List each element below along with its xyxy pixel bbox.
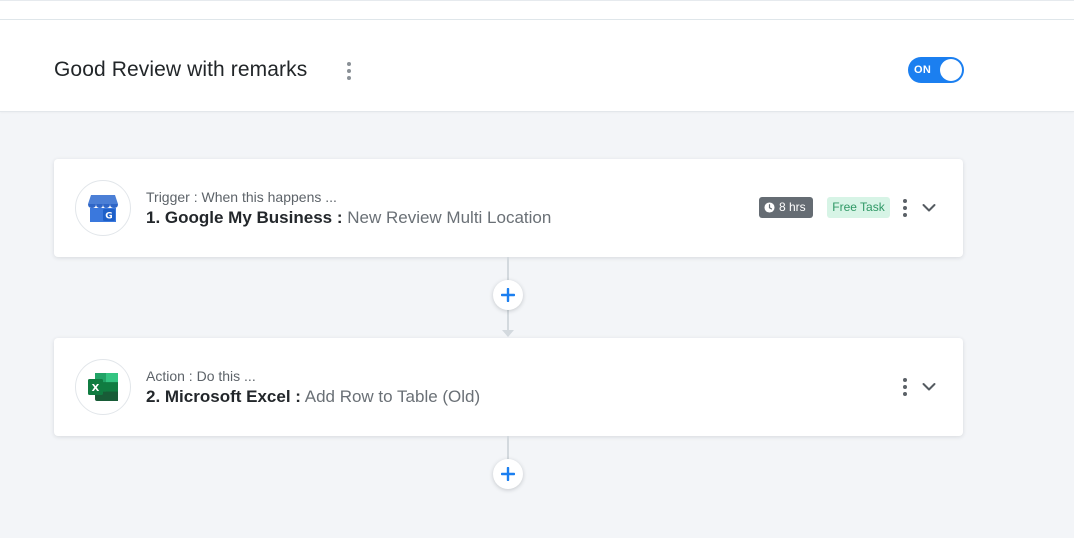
action-app-name: 2. Microsoft Excel :: [146, 387, 301, 406]
trigger-menu-icon[interactable]: [902, 199, 908, 217]
free-task-badge: Free Task: [827, 197, 890, 218]
action-label: Action : Do this ...: [146, 368, 256, 384]
add-step-button[interactable]: [493, 280, 523, 310]
time-badge: 8 hrs: [759, 197, 813, 218]
workflow-toggle[interactable]: ON: [908, 57, 964, 83]
workflow-header: Good Review with remarks ON: [0, 0, 1074, 112]
clock-icon: [764, 202, 775, 213]
trigger-label: Trigger : When this happens ...: [146, 189, 337, 205]
microsoft-excel-icon: X: [75, 359, 131, 415]
action-step-card[interactable]: X Action : Do this ... 2. Microsoft Exce…: [54, 338, 963, 436]
chevron-down-icon[interactable]: [921, 200, 937, 216]
plus-icon: [501, 467, 515, 481]
time-badge-text: 8 hrs: [779, 200, 806, 214]
svg-text:X: X: [92, 383, 100, 394]
toggle-label: ON: [914, 64, 932, 76]
workflow-menu-icon[interactable]: [346, 62, 352, 80]
header-divider: [0, 19, 1074, 20]
add-step-button[interactable]: [493, 459, 523, 489]
chevron-down-icon[interactable]: [921, 379, 937, 395]
google-my-business-icon: G: [75, 180, 131, 236]
action-menu-icon[interactable]: [902, 378, 908, 396]
trigger-event-name: New Review Multi Location: [347, 208, 552, 227]
plus-icon: [501, 288, 515, 302]
trigger-title: 1. Google My Business : New Review Multi…: [146, 207, 551, 229]
step-connector: [507, 436, 509, 460]
action-title: 2. Microsoft Excel : Add Row to Table (O…: [146, 386, 480, 408]
trigger-step-card[interactable]: G Trigger : When this happens ... 1. Goo…: [54, 159, 963, 257]
action-event-name: Add Row to Table (Old): [304, 387, 481, 406]
toggle-knob: [940, 59, 962, 81]
svg-text:G: G: [105, 212, 112, 222]
trigger-app-name: 1. Google My Business :: [146, 208, 343, 227]
workflow-title[interactable]: Good Review with remarks: [54, 57, 307, 83]
connector-arrow-icon: [502, 330, 514, 337]
